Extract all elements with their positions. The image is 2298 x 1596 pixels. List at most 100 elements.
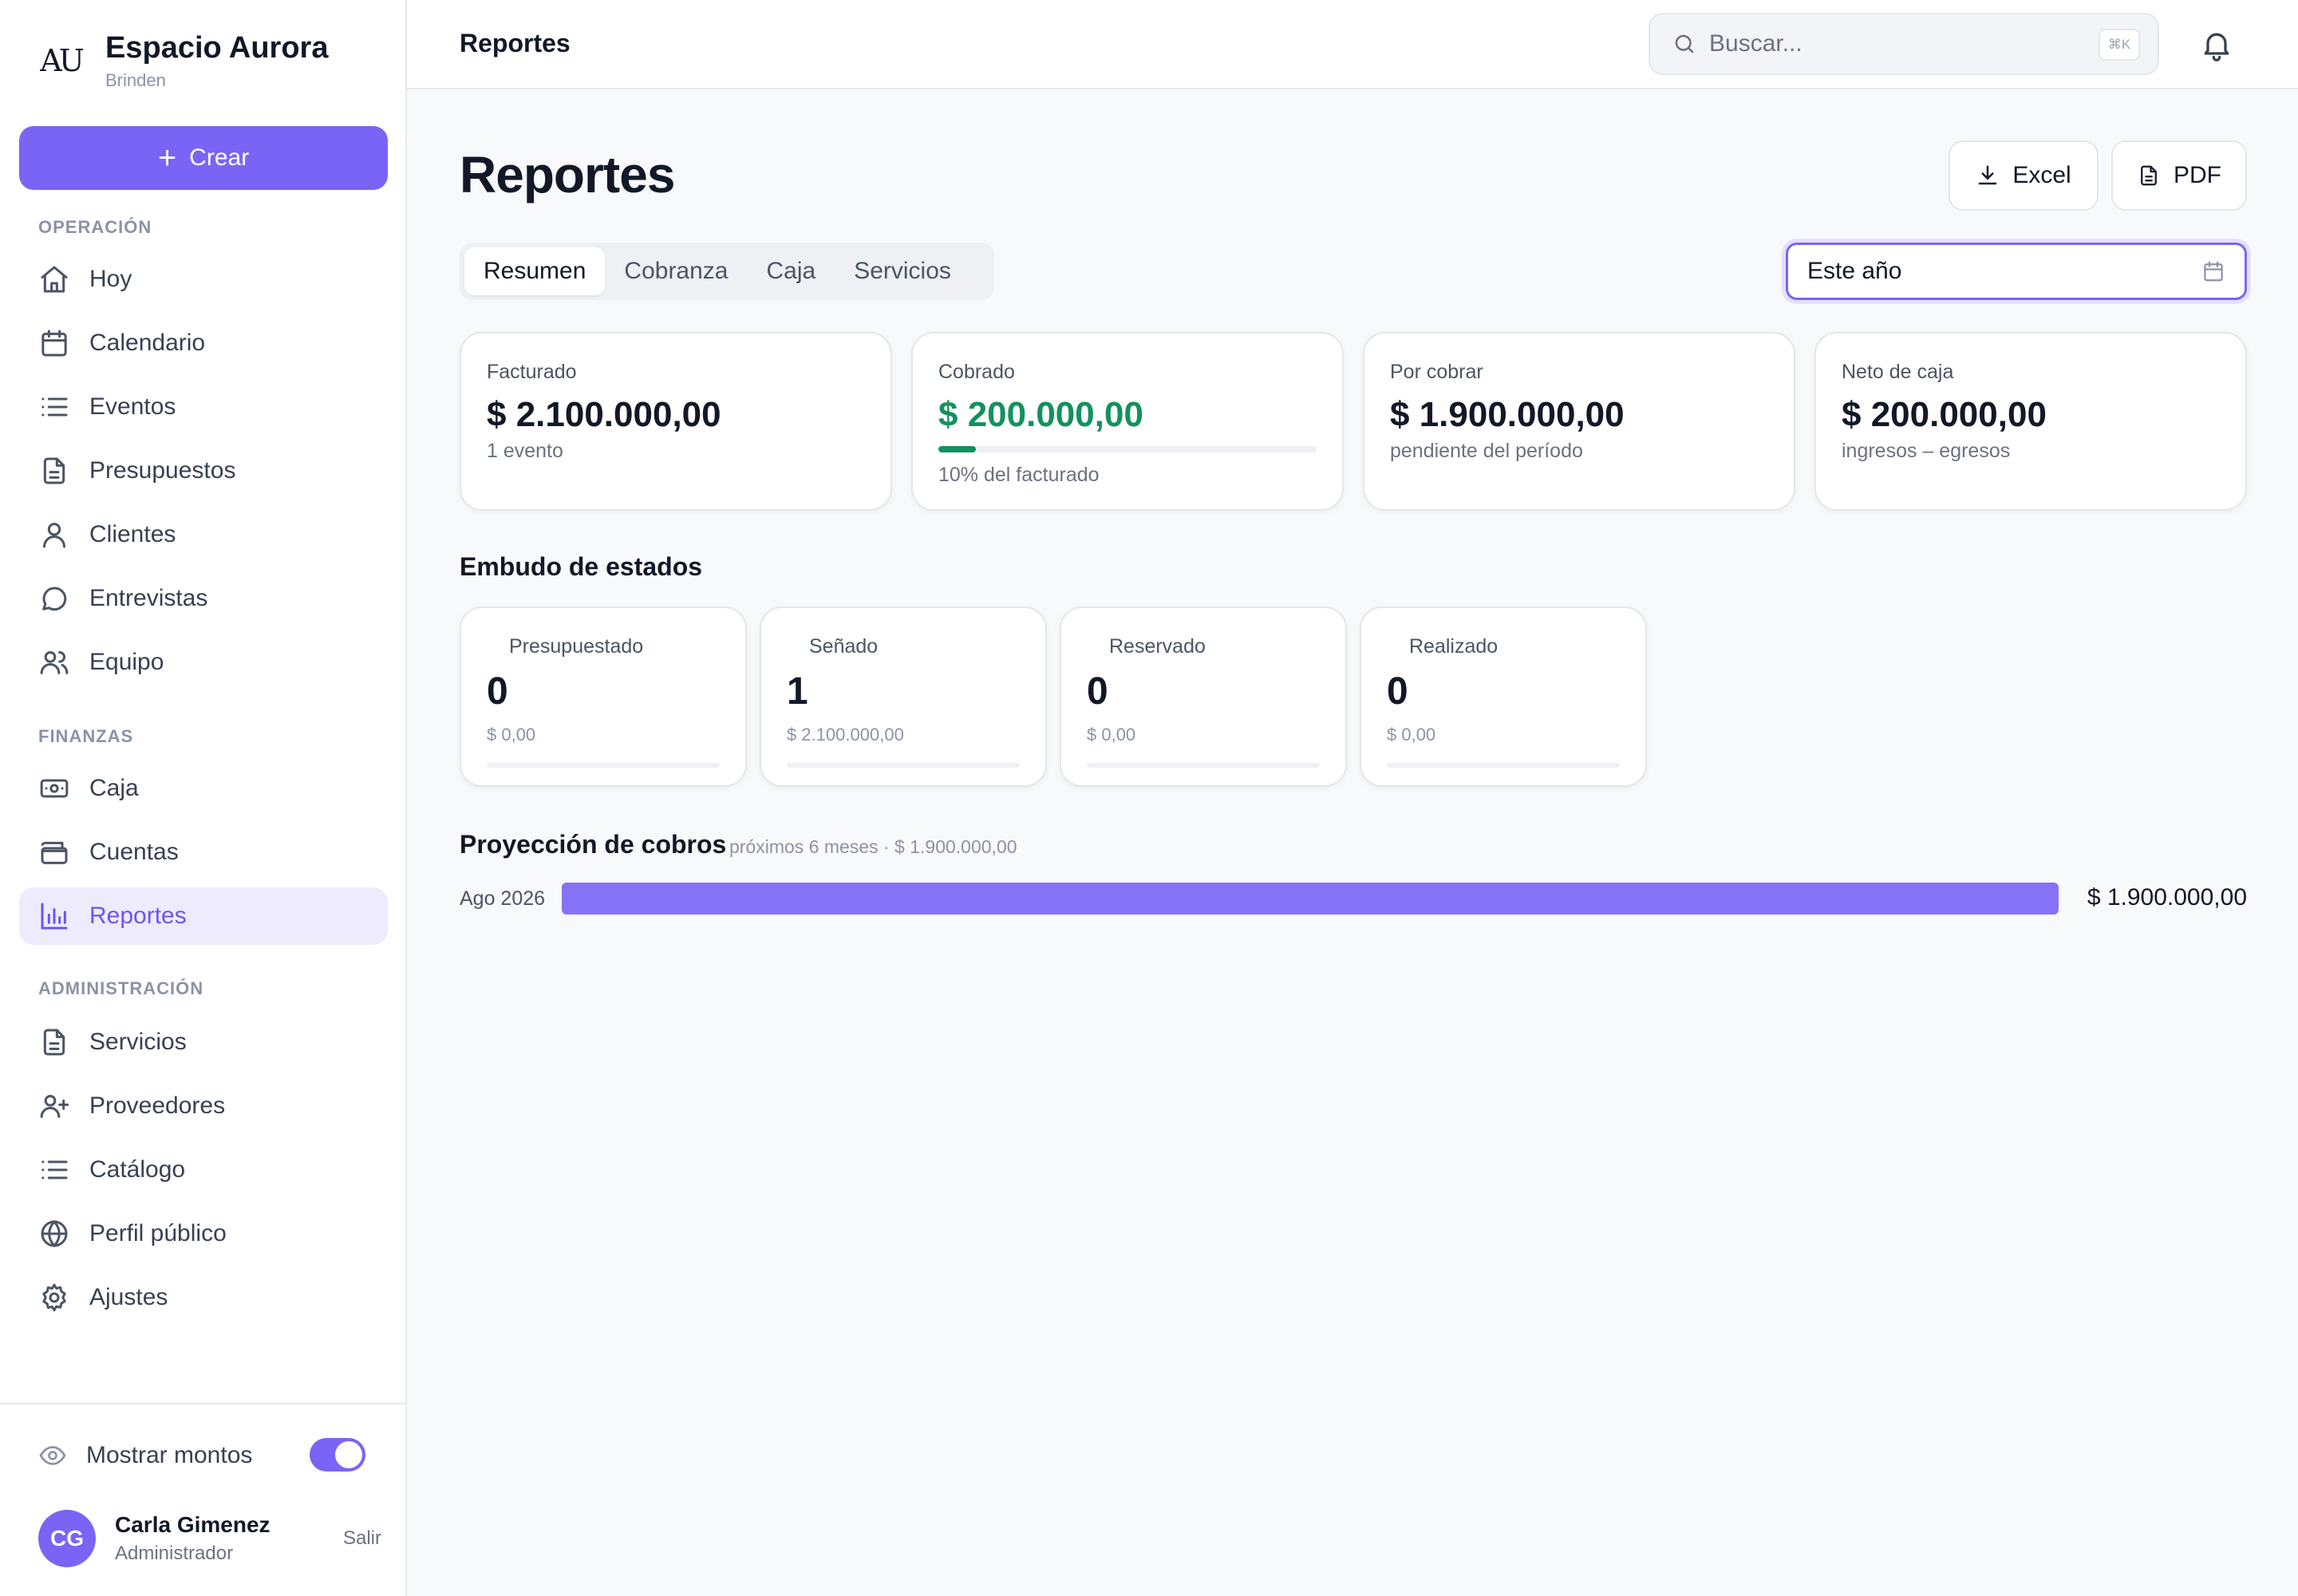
sidebar-item-calendario[interactable]: Calendario bbox=[19, 314, 388, 372]
export-excel-button[interactable]: Excel bbox=[1949, 140, 2099, 211]
user-plus-icon bbox=[40, 1095, 69, 1118]
topbar-title: Reportes bbox=[460, 29, 571, 57]
sidebar-item-perfil-publico[interactable]: Perfil público bbox=[19, 1205, 388, 1262]
search-shortcut: ⌘K bbox=[2099, 29, 2140, 61]
tab-cobranza[interactable]: Cobranza bbox=[605, 247, 747, 295]
sidebar-item-entrevistas[interactable]: Entrevistas bbox=[19, 570, 388, 627]
funnel-bar bbox=[487, 763, 720, 768]
sidebar-item-cuentas[interactable]: Cuentas bbox=[19, 824, 388, 881]
logout-link[interactable]: Salir bbox=[343, 1527, 381, 1550]
stat-sub: ingresos – egresos bbox=[1842, 440, 2011, 462]
brand-subtitle: Brinden bbox=[105, 70, 166, 90]
sidebar-item-label: Proveedores bbox=[89, 1092, 226, 1119]
users-icon bbox=[40, 651, 69, 674]
sidebar-item-proveedores[interactable]: Proveedores bbox=[19, 1077, 388, 1135]
stat-card-cobrado: Cobrado $ 200.000,00 10% del facturado bbox=[911, 332, 1344, 511]
bar-chart-icon bbox=[41, 903, 68, 930]
chat-icon bbox=[42, 587, 67, 611]
funnel-card-reservado[interactable]: Reservado 0 $ 0,00 bbox=[1060, 606, 1347, 787]
sidebar-item-label: Entrevistas bbox=[89, 585, 208, 611]
sidebar-item-ajustes[interactable]: Ajustes bbox=[19, 1269, 388, 1326]
stat-value: $ 200.000,00 bbox=[938, 395, 1143, 434]
brand[interactable]: AU Espacio Aurora Brinden bbox=[38, 30, 328, 91]
calendar-icon bbox=[2204, 261, 2223, 282]
funnel-count: 0 bbox=[487, 670, 508, 713]
show-amounts-row: Mostrar montos bbox=[38, 1436, 365, 1475]
stat-value: $ 2.100.000,00 bbox=[487, 395, 721, 434]
funnel-amount: $ 0,00 bbox=[1087, 725, 1136, 745]
funnel-count: 1 bbox=[787, 670, 808, 713]
bell-icon[interactable] bbox=[2199, 27, 2234, 62]
funnel-label: Presupuestado bbox=[509, 635, 644, 658]
sidebar-item-label: Caja bbox=[89, 775, 139, 801]
projection-month: Ago 2026 bbox=[460, 887, 546, 910]
calendar-icon bbox=[41, 330, 67, 357]
sidebar-item-label: Servicios bbox=[89, 1029, 187, 1055]
tab-servicios[interactable]: Servicios bbox=[835, 247, 970, 295]
wallet-icon bbox=[41, 841, 68, 864]
report-tabs: Resumen Cobranza Caja Servicios bbox=[460, 243, 994, 300]
funnel-bar bbox=[1087, 763, 1320, 768]
cash-icon bbox=[40, 779, 69, 798]
export-excel-label: Excel bbox=[2012, 162, 2071, 188]
stat-value: $ 200.000,00 bbox=[1842, 395, 2047, 434]
brand-name: Espacio Aurora bbox=[105, 31, 329, 65]
sidebar-item-label: Catálogo bbox=[89, 1156, 186, 1183]
sidebar-item-presupuestos[interactable]: Presupuestos bbox=[19, 442, 388, 500]
search-icon bbox=[1675, 34, 1694, 53]
period-value: Este año bbox=[1807, 258, 1902, 284]
stat-sub: 1 evento bbox=[487, 440, 563, 462]
brand-logo: AU bbox=[40, 43, 84, 78]
user-profile: CG Carla Gimenez Administrador Salir bbox=[38, 1508, 381, 1569]
export-pdf-label: PDF bbox=[2174, 162, 2221, 188]
sidebar-item-label: Presupuestos bbox=[89, 457, 236, 484]
sidebar-item-reportes[interactable]: Reportes bbox=[19, 887, 388, 945]
user-icon bbox=[43, 523, 65, 548]
stat-card-por-cobrar: Por cobrar $ 1.900.000,00 pendiente del … bbox=[1363, 332, 1795, 511]
plus-icon: + bbox=[157, 140, 177, 176]
list-icon bbox=[41, 1160, 68, 1179]
sidebar-item-eventos[interactable]: Eventos bbox=[19, 378, 388, 436]
toggle-knob bbox=[335, 1441, 362, 1468]
sidebar-item-label: Cuentas bbox=[89, 839, 179, 865]
funnel-count: 0 bbox=[1387, 670, 1408, 713]
sidebar-item-label: Calendario bbox=[89, 330, 206, 356]
funnel-card-realizado[interactable]: Realizado 0 $ 0,00 bbox=[1360, 606, 1647, 787]
funnel-card-presupuestado[interactable]: Presupuestado 0 $ 0,00 bbox=[460, 606, 747, 787]
stat-label: Neto de caja bbox=[1842, 361, 1954, 383]
sidebar-item-catalogo[interactable]: Catálogo bbox=[19, 1141, 388, 1199]
sidebar-item-caja[interactable]: Caja bbox=[19, 760, 388, 817]
show-amounts-toggle[interactable] bbox=[310, 1438, 365, 1472]
tab-resumen[interactable]: Resumen bbox=[464, 247, 606, 295]
funnel-count: 0 bbox=[1087, 670, 1108, 713]
funnel-amount: $ 0,00 bbox=[487, 725, 536, 745]
eye-icon bbox=[39, 1446, 66, 1465]
section-label-finanzas: FINANZAS bbox=[38, 726, 134, 746]
sidebar: AU Espacio Aurora Brinden + Crear OPERAC… bbox=[0, 0, 407, 1596]
sidebar-item-servicios[interactable]: Servicios bbox=[19, 1013, 388, 1071]
export-pdf-button[interactable]: PDF bbox=[2111, 140, 2247, 211]
sidebar-item-equipo[interactable]: Equipo bbox=[19, 634, 388, 691]
tab-caja[interactable]: Caja bbox=[747, 247, 835, 295]
search-input[interactable]: Buscar... ⌘K bbox=[1648, 13, 2159, 75]
create-button[interactable]: + Crear bbox=[19, 126, 388, 190]
funnel-card-senado[interactable]: Señado 1 $ 2.100.000,00 bbox=[760, 606, 1047, 787]
funnel-label: Realizado bbox=[1409, 635, 1498, 658]
funnel-amount: $ 2.100.000,00 bbox=[787, 725, 904, 745]
user-role: Administrador bbox=[115, 1543, 234, 1564]
sidebar-item-clientes[interactable]: Clientes bbox=[19, 506, 388, 563]
projection-bar bbox=[562, 883, 2059, 915]
projection-row: Ago 2026 $ 1.900.000,00 bbox=[460, 881, 2247, 916]
user-name: Carla Gimenez bbox=[115, 1512, 270, 1537]
funnel-bar bbox=[1387, 763, 1620, 768]
sidebar-item-hoy[interactable]: Hoy bbox=[19, 251, 388, 308]
globe-icon bbox=[41, 1219, 68, 1248]
stat-label: Por cobrar bbox=[1390, 361, 1483, 383]
stat-label: Facturado bbox=[487, 361, 577, 383]
projection-track bbox=[562, 883, 2059, 915]
avatar[interactable]: CG bbox=[38, 1510, 96, 1567]
page-title: Reportes bbox=[460, 146, 675, 203]
stat-card-facturado: Facturado $ 2.100.000,00 1 evento bbox=[460, 332, 892, 511]
period-select[interactable]: Este año bbox=[1786, 243, 2247, 300]
projection-title: Proyección de cobros bbox=[460, 830, 727, 859]
